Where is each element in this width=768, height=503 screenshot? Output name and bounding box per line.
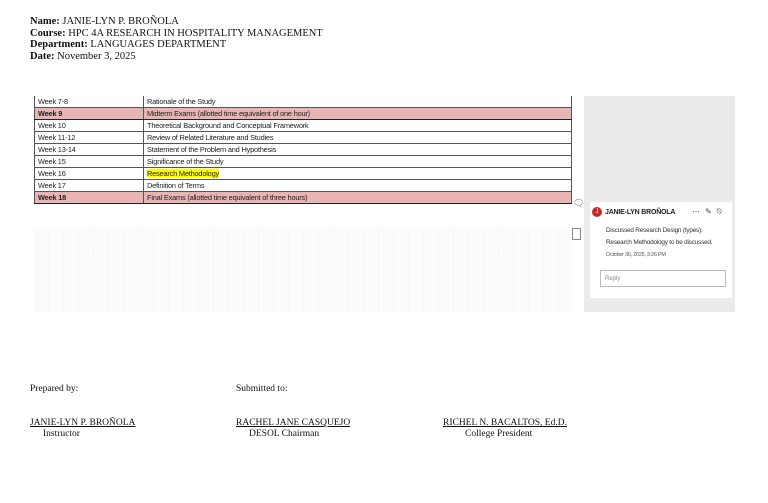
- comment-marker-icon[interactable]: 🗨: [573, 198, 584, 209]
- president-signature: RICHEL N. BACALTOS, Ed.D. College Presid…: [443, 418, 567, 440]
- course-line: Course: HPC 4A RESEARCH IN HOSPITALITY M…: [30, 27, 323, 39]
- more-options-icon[interactable]: ⋯: [692, 207, 700, 216]
- faded-content-area: [34, 228, 572, 312]
- name-line: Name: JANIE-LYN P. BROÑOLA: [30, 16, 179, 27]
- avatar: J: [592, 207, 602, 217]
- instructor-name: JANIE-LYN P. BROÑOLA: [30, 418, 136, 428]
- table-row: Week 15 Significance of the Study: [34, 155, 572, 168]
- comment-timestamp: October 30, 2025, 3:26 PM: [606, 252, 666, 258]
- table-row: Week 11-12 Review of Related Literature a…: [34, 131, 572, 144]
- table-row: Week 13-14 Statement of the Problem and H…: [34, 143, 572, 156]
- comment-card[interactable]: J JANIE-LYN BROÑOLA ⋯ ✎ ⍉ Discussed Resear…: [590, 202, 732, 298]
- president-name: RICHEL N. BACALTOS, Ed.D.: [443, 418, 567, 428]
- edit-icon[interactable]: ✎: [705, 207, 712, 216]
- table-row: Week 10 Theoretical Background and Concep…: [34, 119, 572, 132]
- president-role: College President: [465, 429, 533, 439]
- chair-role: DESOL Chairman: [249, 429, 320, 439]
- comment-actions: ⋯ ✎ ⍉: [692, 207, 727, 217]
- chair-name: RACHEL JANE CASQUEJO: [236, 418, 351, 428]
- table-row-midterm: Week 9 Midterm Exams (allotted time equiv…: [34, 107, 572, 120]
- table-row-commented: Week 16 Research Methodology: [34, 167, 572, 180]
- prepared-by-label: Prepared by:: [30, 384, 79, 394]
- submitted-to-label: Submitted to:: [236, 384, 288, 394]
- document-header: Name: JANIE-LYN P. BROÑOLA Course: HPC 4…: [30, 16, 323, 62]
- highlighted-text[interactable]: Research Methodology: [147, 169, 219, 178]
- table-row: Week 7-8 Rationale of the Study: [34, 96, 572, 108]
- instructor-signature: JANIE-LYN P. BROÑOLA Instructor: [30, 418, 135, 440]
- instructor-role: Instructor: [43, 429, 80, 439]
- attachment-icon[interactable]: ⍉: [717, 207, 722, 216]
- chair-signature: RACHEL JANE CASQUEJO DESOL Chairman: [236, 418, 350, 440]
- schedule-table: Week 7-8 Rationale of the Study Week 9 Mid…: [34, 96, 572, 204]
- date-line: Date: November 3, 2025: [30, 50, 136, 62]
- page-icon[interactable]: [572, 228, 581, 240]
- comment-text: Discussed Research Design (types); Resea…: [606, 227, 713, 246]
- department-line: Department: LANGUAGES DEPARTMENT: [30, 39, 227, 50]
- table-row: Week 17 Definition of Terms: [34, 179, 572, 192]
- reply-input[interactable]: Reply: [600, 270, 726, 287]
- table-row-final: Week 18 Final Exams (allotted time equiva…: [34, 191, 572, 204]
- comment-author: JANIE-LYN BROÑOLA: [605, 209, 676, 216]
